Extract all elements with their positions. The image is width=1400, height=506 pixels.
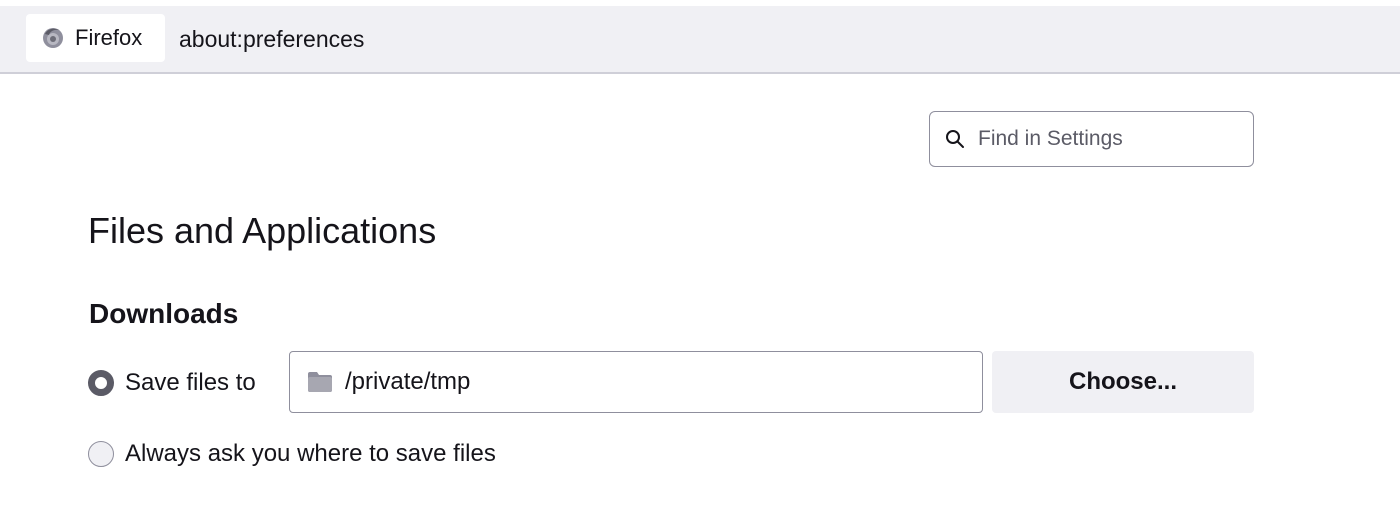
save-files-to-option[interactable]: Save files to — [88, 363, 256, 403]
download-path-text: /private/tmp — [345, 368, 471, 395]
always-ask-radio[interactable] — [88, 441, 114, 467]
url-text[interactable]: about:preferences — [179, 6, 364, 72]
always-ask-option[interactable]: Always ask you where to save files — [88, 434, 496, 474]
search-icon — [944, 128, 966, 150]
downloads-heading: Downloads — [89, 298, 239, 329]
page-title: Files and Applications — [88, 210, 437, 251]
save-files-to-radio[interactable] — [88, 370, 114, 396]
folder-icon — [308, 372, 332, 392]
firefox-icon — [40, 25, 66, 51]
identity-box[interactable]: Firefox — [26, 14, 165, 62]
settings-search-box[interactable] — [929, 111, 1254, 167]
search-input[interactable] — [978, 127, 1228, 151]
identity-label: Firefox — [75, 25, 143, 50]
download-path-field[interactable]: /private/tmp — [289, 351, 983, 413]
save-files-to-label[interactable]: Save files to — [125, 369, 256, 397]
always-ask-label[interactable]: Always ask you where to save files — [125, 440, 496, 468]
url-bar[interactable]: Firefox about:preferences — [0, 6, 1400, 74]
choose-folder-button[interactable]: Choose... — [992, 351, 1254, 413]
